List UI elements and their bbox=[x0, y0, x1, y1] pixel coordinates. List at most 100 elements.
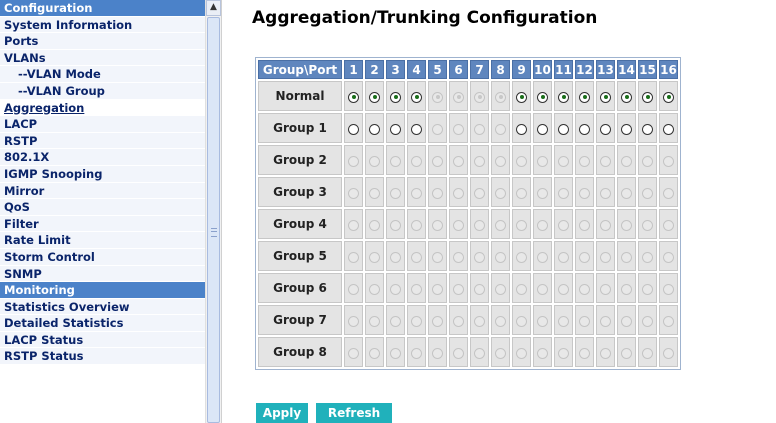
radio-button bbox=[537, 187, 548, 199]
port-cell bbox=[344, 145, 363, 175]
sidebar-item[interactable]: Ports bbox=[0, 33, 205, 50]
radio-button bbox=[495, 123, 506, 135]
sidebar-item[interactable]: RSTP Status bbox=[0, 348, 205, 366]
port-cell bbox=[575, 305, 594, 335]
radio-button bbox=[453, 155, 464, 167]
sidebar-item[interactable]: Statistics Overview bbox=[0, 298, 205, 316]
radio-button[interactable] bbox=[642, 91, 653, 103]
radio-button bbox=[390, 155, 401, 167]
port-cell bbox=[449, 113, 468, 143]
sidebar-item[interactable]: IGMP Snooping bbox=[0, 165, 205, 183]
port-cell bbox=[533, 305, 552, 335]
radio-button bbox=[390, 283, 401, 295]
radio-button bbox=[453, 219, 464, 231]
row-label: Group 5 bbox=[258, 241, 342, 271]
radio-button bbox=[474, 187, 485, 199]
table-row: Group 2 bbox=[258, 145, 678, 175]
sidebar-section-header[interactable]: Configuration bbox=[0, 0, 205, 17]
port-cell bbox=[386, 273, 405, 303]
refresh-button[interactable]: Refresh bbox=[316, 403, 392, 423]
radio-button[interactable] bbox=[348, 91, 359, 103]
port-header: 1 bbox=[344, 60, 363, 79]
sidebar-item[interactable]: System Information bbox=[0, 16, 205, 34]
radio-button[interactable] bbox=[600, 91, 611, 103]
radio-button[interactable] bbox=[579, 123, 590, 135]
radio-button[interactable] bbox=[411, 91, 422, 103]
sidebar-item[interactable]: 802.1X bbox=[0, 149, 205, 166]
sidebar-scrollbar[interactable]: ▲ bbox=[205, 0, 221, 423]
chevron-up-icon[interactable]: ▲ bbox=[206, 0, 221, 16]
sidebar-item[interactable]: Storm Control bbox=[0, 248, 205, 266]
port-header: 9 bbox=[512, 60, 531, 79]
radio-button[interactable] bbox=[390, 91, 401, 103]
port-cell bbox=[428, 81, 447, 111]
radio-button bbox=[348, 155, 359, 167]
radio-button bbox=[432, 315, 443, 327]
port-cell bbox=[428, 177, 447, 207]
port-cell bbox=[596, 145, 615, 175]
radio-button[interactable] bbox=[558, 123, 569, 135]
port-header: 15 bbox=[638, 60, 657, 79]
radio-button[interactable] bbox=[516, 123, 527, 135]
port-cell bbox=[470, 305, 489, 335]
radio-button[interactable] bbox=[516, 91, 527, 103]
radio-button[interactable] bbox=[411, 123, 422, 135]
radio-button bbox=[537, 283, 548, 295]
radio-button bbox=[453, 187, 464, 199]
scrollbar-thumb[interactable] bbox=[207, 17, 220, 423]
port-cell bbox=[638, 273, 657, 303]
radio-button[interactable] bbox=[663, 91, 674, 103]
sidebar-item[interactable]: QoS bbox=[0, 199, 205, 216]
radio-button[interactable] bbox=[600, 123, 611, 135]
radio-button[interactable] bbox=[537, 91, 548, 103]
sidebar-item[interactable]: LACP bbox=[0, 116, 205, 133]
port-header: 8 bbox=[491, 60, 510, 79]
radio-button[interactable] bbox=[642, 123, 653, 135]
port-cell bbox=[596, 113, 615, 143]
radio-button[interactable] bbox=[558, 91, 569, 103]
radio-button bbox=[453, 123, 464, 135]
port-cell bbox=[470, 273, 489, 303]
radio-button[interactable] bbox=[621, 123, 632, 135]
port-cell bbox=[344, 81, 363, 111]
sidebar-item[interactable]: LACP Status bbox=[0, 331, 205, 349]
port-cell bbox=[407, 81, 426, 111]
port-header: 13 bbox=[596, 60, 615, 79]
sidebar-item[interactable]: RSTP bbox=[0, 132, 205, 150]
radio-button bbox=[600, 315, 611, 327]
radio-button bbox=[621, 187, 632, 199]
radio-button bbox=[432, 155, 443, 167]
port-cell bbox=[365, 145, 384, 175]
sidebar-item[interactable]: SNMP bbox=[0, 265, 205, 283]
radio-button[interactable] bbox=[369, 91, 380, 103]
sidebar-item[interactable]: Mirror bbox=[0, 182, 205, 200]
sidebar-section-header[interactable]: Monitoring bbox=[0, 282, 205, 299]
port-cell bbox=[617, 209, 636, 239]
radio-button bbox=[663, 283, 674, 295]
sidebar-item[interactable]: Aggregation bbox=[0, 99, 205, 117]
apply-button[interactable]: Apply bbox=[256, 403, 308, 423]
sidebar-item[interactable]: Filter bbox=[0, 215, 205, 233]
port-cell bbox=[638, 209, 657, 239]
port-cell bbox=[575, 177, 594, 207]
radio-button bbox=[642, 219, 653, 231]
port-cell bbox=[344, 305, 363, 335]
radio-button bbox=[432, 347, 443, 359]
radio-button[interactable] bbox=[348, 123, 359, 135]
radio-button[interactable] bbox=[663, 123, 674, 135]
row-label: Group 6 bbox=[258, 273, 342, 303]
radio-button[interactable] bbox=[369, 123, 380, 135]
radio-button[interactable] bbox=[537, 123, 548, 135]
sidebar-item[interactable]: Detailed Statistics bbox=[0, 315, 205, 332]
port-cell bbox=[386, 177, 405, 207]
radio-button[interactable] bbox=[621, 91, 632, 103]
port-cell bbox=[491, 305, 510, 335]
radio-button[interactable] bbox=[390, 123, 401, 135]
radio-button[interactable] bbox=[579, 91, 590, 103]
radio-button bbox=[579, 155, 590, 167]
sidebar-item[interactable]: Rate Limit bbox=[0, 232, 205, 249]
sidebar-item[interactable]: --VLAN Mode bbox=[0, 66, 205, 83]
sidebar-item[interactable]: VLANs bbox=[0, 49, 205, 67]
radio-button bbox=[579, 283, 590, 295]
sidebar-item[interactable]: --VLAN Group bbox=[0, 82, 205, 100]
